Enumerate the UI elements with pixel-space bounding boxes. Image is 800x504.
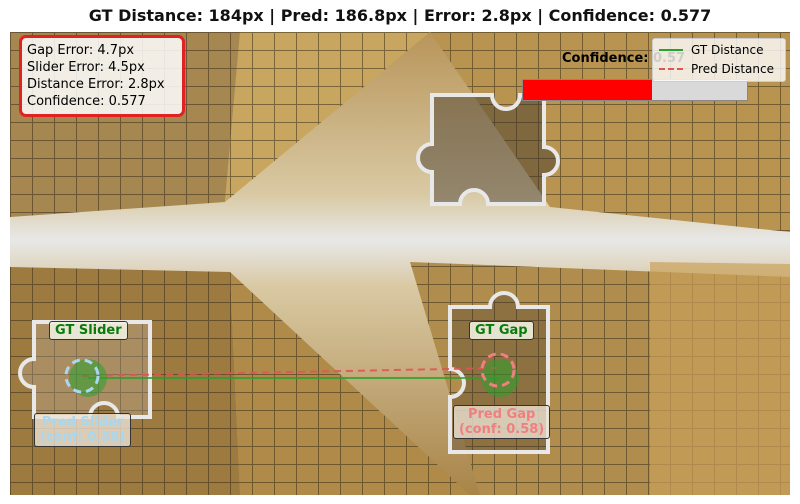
legend-pred-row: Pred Distance	[659, 62, 774, 76]
slider-error-text: Slider Error: 4.5px	[27, 60, 145, 75]
gap-error-text: Gap Error: 4.7px	[27, 43, 135, 58]
pred-gap-label: Pred Gap (conf: 0.58)	[453, 405, 551, 439]
distance-error-text: Distance Error: 2.8px	[27, 77, 165, 92]
puzzle-hole-top	[416, 93, 560, 206]
gt-slider-label: GT Slider	[49, 321, 128, 340]
pred-slider-label-line2: (conf: 0.58)	[40, 430, 126, 445]
confidence-bar	[522, 79, 748, 101]
metrics-box: Gap Error: 4.7px Slider Error: 4.5px Dis…	[19, 35, 185, 117]
legend-gt-label: GT Distance	[691, 43, 764, 57]
legend-gt-swatch	[659, 49, 683, 51]
pred-gap-label-line1: Pred Gap	[467, 407, 536, 422]
legend-pred-swatch	[659, 68, 683, 70]
gt-gap-label: GT Gap	[469, 321, 534, 340]
confidence-bar-fill	[523, 80, 653, 100]
figure-title: GT Distance: 184px | Pred: 186.8px | Err…	[88, 6, 712, 25]
confidence-text: Confidence: 0.577	[27, 94, 146, 109]
pred-slider-label: Pred Slider (conf: 0.58)	[34, 413, 132, 447]
pred-gap-label-line2: (conf: 0.58)	[459, 422, 545, 437]
legend: GT Distance Pred Distance	[652, 38, 786, 82]
legend-pred-label: Pred Distance	[691, 62, 774, 76]
legend-gt-row: GT Distance	[659, 43, 764, 57]
pred-slider-label-line1: Pred Slider	[41, 415, 124, 430]
